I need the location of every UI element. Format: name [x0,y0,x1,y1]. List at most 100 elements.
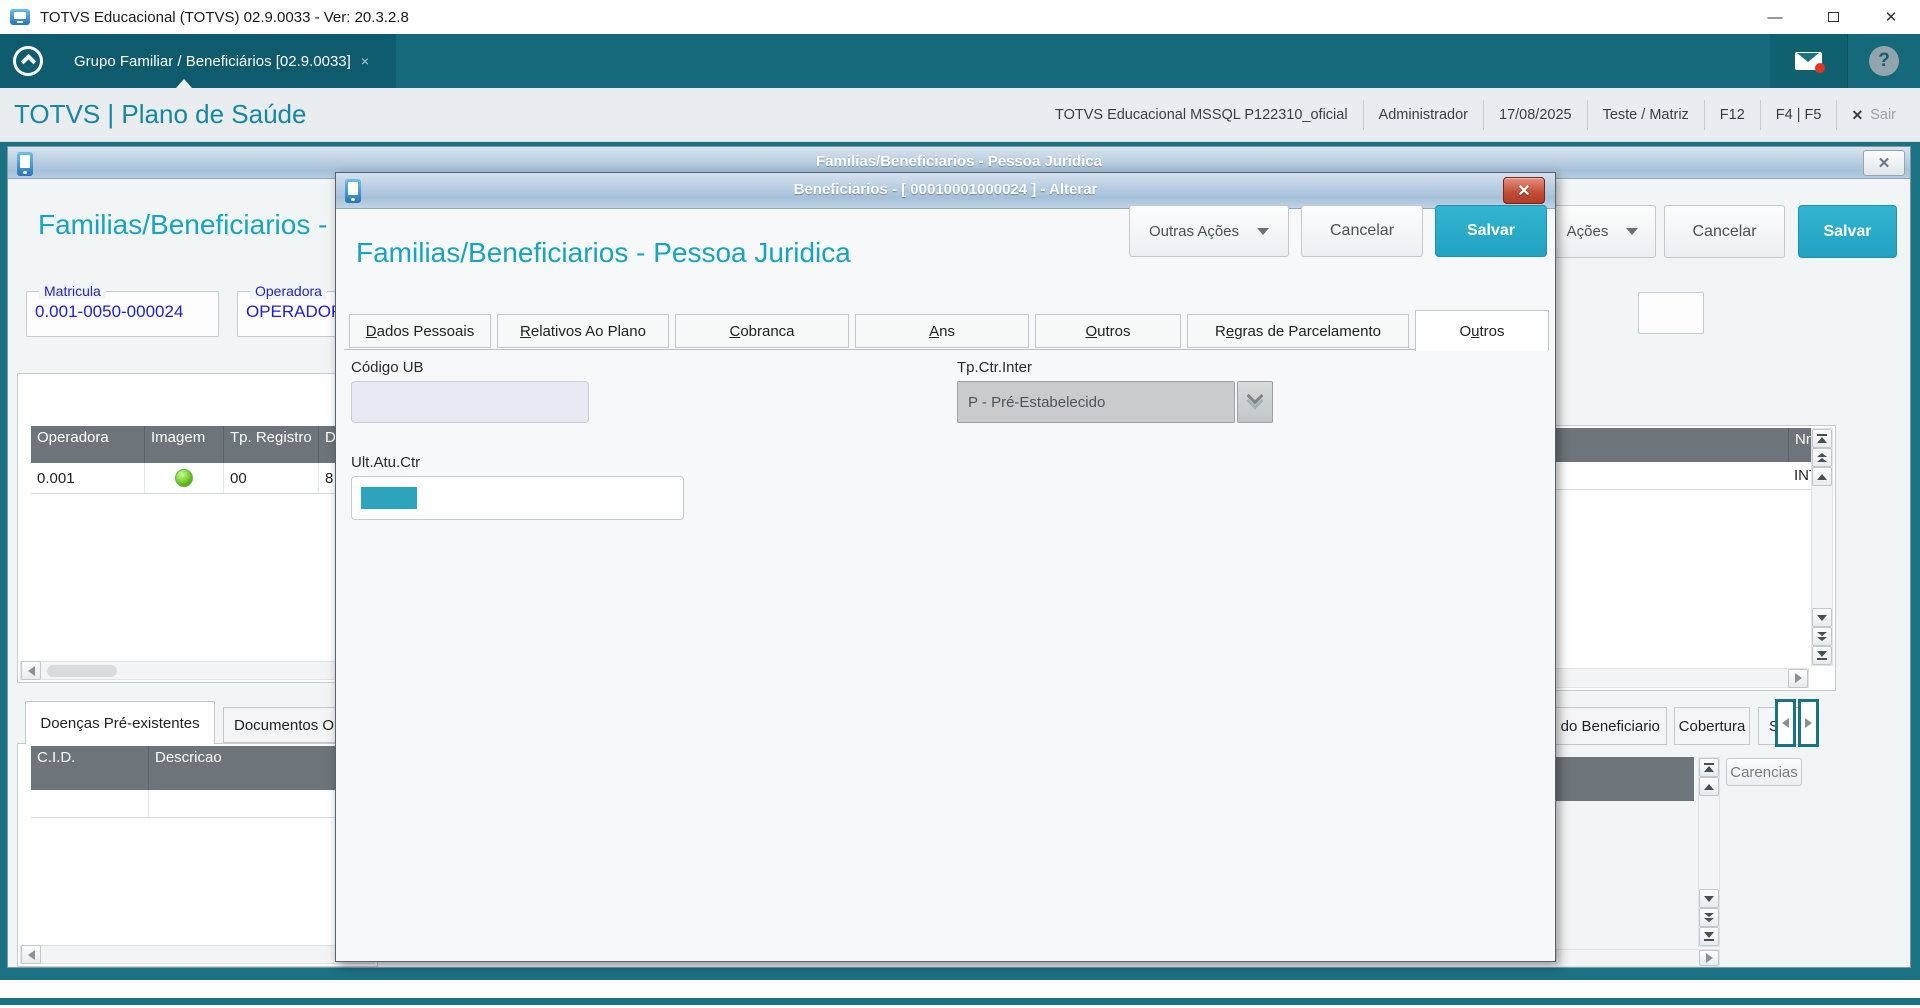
tab-regras-de-parcelamento[interactable]: Regras de Parcelamento [1187,314,1409,348]
environment-label: TOTVS Educacional MSSQL P122310_oficial [1054,107,1348,123]
cid-grid-row[interactable] [31,790,377,818]
vertical-scrollbar[interactable] [1811,428,1833,666]
bg-window-title: Familias/Beneficiarios - Pessoa Juridica [816,153,1102,170]
scroll-right-button[interactable] [1788,668,1808,688]
notification-dot [1815,63,1825,73]
tab-close-icon[interactable]: × [361,53,369,69]
close-button[interactable]: ✕ [1862,0,1920,34]
modal-titlebar[interactable]: Beneficiarios - [ 00010001000024 ] - Alt… [336,173,1555,209]
col-nm[interactable]: Nm. [1788,428,1811,462]
scroll-right-button[interactable] [1699,950,1719,966]
close-icon: ✕ [1884,9,1898,26]
maximize-button[interactable] [1804,0,1862,34]
minimize-button[interactable]: — [1746,0,1804,34]
tp-ctr-inter-label: Tp.Ctr.Inter [957,359,1033,376]
cell-imagem [145,463,224,493]
tab-scroll-right-button[interactable] [1798,699,1819,747]
scroll-down-button[interactable] [1812,608,1832,627]
tab-outros-2-active[interactable]: Outros [1415,310,1549,351]
notifications-button[interactable] [1770,34,1848,88]
help-button[interactable]: ? [1848,34,1920,88]
totvs-logo-button[interactable] [0,34,56,88]
tab-doencas-pre-existentes[interactable]: Doenças Pré-existentes [25,701,215,744]
scroll-top-button[interactable] [1812,429,1832,448]
workspace-tab[interactable]: Grupo Familiar / Beneficiários [02.9.003… [56,34,396,88]
bg-outras-acoes-button[interactable]: Ações [1549,205,1656,258]
bg-salvar-button[interactable]: Salvar [1798,205,1897,258]
bottom-teal-line [0,998,1920,1005]
text-selection-highlight [361,487,417,509]
matricula-value: 0.001-0050-000024 [35,302,184,321]
cell-operadora: 0.001 [31,463,145,493]
caret-down-icon [1626,228,1639,235]
bg-cancelar-button[interactable]: Cancelar [1664,205,1785,258]
scroll-up-button[interactable] [1699,777,1719,796]
col-tp-registro[interactable]: Tp. Registro [224,426,319,463]
scroll-left-button[interactable] [21,945,41,964]
grid-header: Operadora Imagem Tp. Registro Díg [31,426,377,463]
vertical-scrollbar[interactable] [1698,757,1720,947]
bg-window-close-button[interactable]: ✕ [1863,150,1905,176]
horizontal-scrollbar[interactable] [20,945,375,964]
app-icon [10,9,30,25]
modal-close-button[interactable]: ✕ [1503,177,1545,204]
tp-ctr-inter-dropdown-button[interactable] [1237,381,1273,423]
bg-page-title: Familias/Beneficiarios - Pes [38,209,384,240]
date-label: 17/08/2025 [1499,107,1572,123]
totvs-logo-icon [13,46,43,76]
tp-ctr-inter-select[interactable]: P - Pré-Estabelecido [957,381,1235,423]
product-title: TOTVS | Plano de Saúde [14,99,307,129]
arrow-down-icon [1704,895,1714,902]
scroll-down-button[interactable] [1699,889,1719,908]
tab-cobertura[interactable]: Cobertura [1674,707,1750,745]
exit-x-icon: ✕ [1851,106,1864,123]
beneficiaries-grid-panel: Operadora Imagem Tp. Registro Díg 0.001 … [17,373,378,683]
col-cid[interactable]: C.I.D. [31,746,149,790]
scroll-page-down-button[interactable] [1699,908,1719,927]
sair-button[interactable]: ✕ Sair [1837,107,1910,124]
workspace-tab-label: Grupo Familiar / Beneficiários [02.9.003… [74,52,351,70]
ult-atu-ctr-input[interactable] [351,476,684,520]
scroll-page-down-button[interactable] [1812,627,1832,646]
workspace-tabbar: Grupo Familiar / Beneficiários [02.9.003… [0,34,1920,88]
tab-ans[interactable]: Ans [855,314,1029,348]
tab-relativos-ao-plano[interactable]: Relativos Ao Plano [497,314,669,348]
tab-outros-1[interactable]: Outros [1035,314,1181,348]
codigo-ub-input[interactable] [351,381,589,423]
horizontal-scrollbar[interactable] [1556,949,1720,967]
arrow-left-icon [27,665,35,676]
maximize-icon [1827,12,1839,22]
scroll-bottom-button[interactable] [1812,646,1832,665]
arrow-down-icon [1704,932,1714,938]
tab-dados-pessoais[interactable]: Dados Pessoais [349,314,491,348]
horizontal-scrollbar[interactable] [20,661,375,680]
branch-label: Teste / Matriz [1602,107,1689,123]
f4-f5-shortcut[interactable]: F4 | F5 [1761,107,1837,123]
salvar-button[interactable]: Salvar [1435,205,1547,257]
arrow-right-icon [1794,673,1802,683]
scroll-page-up-button[interactable] [1812,448,1832,467]
arrow-left-icon [1782,718,1789,728]
modal-page-title: Familias/Beneficiarios - Pessoa Juridica [356,237,851,268]
cid-grid-panel: C.I.D. Descricao [17,743,378,967]
f12-shortcut[interactable]: F12 [1705,107,1760,123]
app-header: TOTVS | Plano de Saúde TOTVS Educacional… [0,88,1920,142]
scroll-top-button[interactable] [1699,758,1719,777]
scrollbar-thumb[interactable] [47,664,117,677]
tab-documentos-obrigatorios[interactable]: Documentos Obrig [223,707,351,743]
col-operadora[interactable]: Operadora [31,426,145,463]
tab-rede-do-beneficiario[interactable]: e do Beneficiario [1541,707,1667,745]
operadora-label: Operadora [250,283,327,299]
scroll-bottom-button[interactable] [1699,927,1719,946]
grid-row[interactable]: 0.001 00 8 [31,463,377,494]
scroll-left-button[interactable] [21,661,41,680]
tab-cobranca[interactable]: Cobranca [675,314,849,348]
cancelar-button[interactable]: Cancelar [1301,205,1423,257]
scroll-up-button[interactable] [1812,467,1832,486]
carencias-button[interactable]: Carencias [1726,758,1802,786]
tab-scroll-left-button[interactable] [1775,699,1796,747]
col-imagem[interactable]: Imagem [145,426,224,463]
arrow-up-icon [1817,437,1827,443]
mail-icon [1795,52,1825,73]
outras-acoes-button[interactable]: Outras Ações [1129,205,1289,257]
